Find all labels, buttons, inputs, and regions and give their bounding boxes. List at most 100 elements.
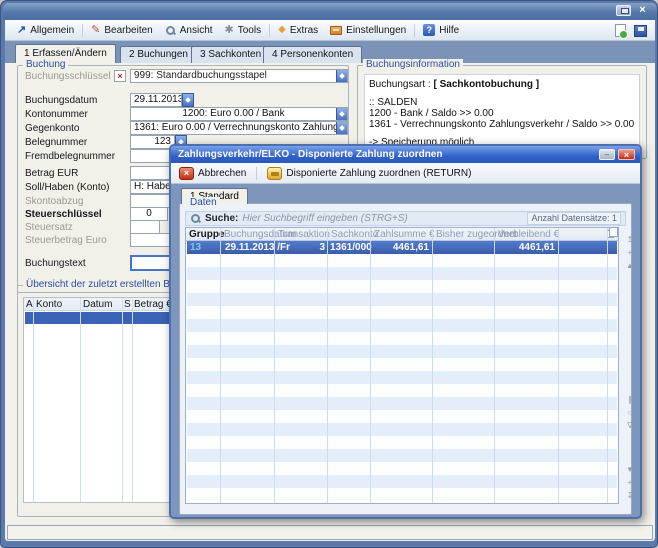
steuerschluessel-label: Steuerschlüssel [25,209,102,221]
belegnummer-label: Belegnummer [25,137,87,149]
abbrechen-button[interactable]: × Abbrechen [176,165,249,182]
menu-item-extras[interactable]: ◆ Extras [272,22,324,39]
grid-tool-icons[interactable]: ∥ ○ ∇ [623,394,637,433]
col-sachkonto[interactable]: Sachkonto [331,228,378,241]
dropdown-icon[interactable] [336,70,347,82]
search-icon [190,213,201,224]
dropdown-icon[interactable] [336,108,347,120]
gegenkonto-combobox[interactable]: 1361: Euro 0.00 / Verrechnungskonto Zahl… [130,121,348,135]
assign-icon [267,167,282,180]
betrag-label: Betrag EUR [25,168,78,180]
resize-columns-icon[interactable]: ∥ [623,394,637,407]
buchungsschluessel-label: Buchungsschlüssel [25,71,111,83]
gegenkonto-label: Gegenkonto [25,123,80,135]
buchungsart-line: Buchungsart : [ Sachkontobuchung ] [369,79,539,90]
steuerschluessel-field[interactable]: 0 [130,207,168,221]
title-bar[interactable]: 6 /Standardbuchungsstapel Zeitraum: 01.2… [3,3,657,20]
menu-separator [82,24,83,37]
new-document-icon[interactable] [615,24,626,37]
kontonummer-combobox[interactable]: 1200: Euro 0.00 / Bank [130,107,348,121]
saldo-line-1361: 1361 - Verrechnungskonto Zahlungsverkehr… [369,119,634,130]
save-icon[interactable] [634,25,647,37]
extras-icon: ◆ [278,25,286,35]
saldo-line-1200: 1200 - Bank / Saldo >> 0.00 [369,108,494,119]
scroll-to-bottom-icon[interactable]: ↧ [623,490,637,503]
close-icon[interactable]: × [636,4,649,17]
toolbar-separator [256,167,257,180]
dialog-title: Zahlungsverkehr/ELKO - Disponierte Zahlu… [178,149,442,160]
col-datum[interactable]: Datum [83,298,112,311]
tab-buchungen[interactable]: 2 Buchungen [120,46,197,63]
grid-filter-icon[interactable]: ∇ [623,420,637,433]
settings-icon [330,26,342,35]
edit-pencil-icon: ✎ [91,25,100,36]
menu-separator [269,24,270,37]
tab-personenkonten[interactable]: 4 Personenkonten [263,46,362,63]
col-verbleibend[interactable]: Verbleibend € [498,228,559,241]
cell-sachkonto: 1361/000 [330,241,370,254]
menu-item-allgemein[interactable]: ↗ Allgemein [11,22,80,39]
tab-sachkonten[interactable]: 3 Sachkonten [191,46,270,63]
menu-item-hilfe[interactable]: ? Hilfe [417,22,465,39]
col-zahlsumme[interactable]: Zahlsumme € [374,228,435,241]
grid-scroll-top-controls[interactable]: ↥ + ▲ [623,234,637,273]
steuersatz-field[interactable] [130,220,160,234]
soll-haben-label: Soll/Haben (Konto) [25,182,110,194]
col-betrag[interactable]: Betrag € [134,298,172,311]
payments-grid[interactable]: Gruppe Buchungsdatum Transaktion Sachkon… [185,227,619,504]
dialog-close-icon[interactable]: × [618,149,635,160]
view-magnifier-icon [165,25,176,36]
col-a[interactable]: A [26,298,33,311]
grid-header-row: Gruppe Buchungsdatum Transaktion Sachkon… [186,228,618,241]
cell-gruppe: 13 [190,241,201,254]
menu-item-ansicht[interactable]: Ansicht [159,22,219,39]
append-row-icon[interactable]: + [623,477,637,490]
cancel-x-icon: × [179,167,194,180]
menu-item-tools[interactable]: ✱ Tools [219,22,268,39]
zahlungsverkehr-dialog: Zahlungsverkehr/ELKO - Disponierte Zahlu… [169,144,642,519]
scroll-up-icon[interactable]: ▲ [623,260,637,273]
tools-gear-icon: ✱ [225,25,234,36]
copy-icon[interactable] [607,230,614,238]
grid-empty-rows [187,254,617,501]
kontonummer-label: Kontonummer [25,109,88,121]
buchungstext-label: Buchungstext [25,258,86,270]
buchung-group-label: Buchung [23,59,68,70]
restore-icon[interactable] [616,5,631,16]
scroll-down-icon[interactable]: ▼ [623,464,637,477]
buchungsinformation-group-label: Buchungsinformation [363,59,463,70]
buchungsschluessel-combobox[interactable]: 999: Standardbuchungsstapel [130,69,348,83]
dialog-restore-icon[interactable]: – [599,149,615,160]
menu-item-bearbeiten[interactable]: ✎ Bearbeiten [85,22,159,39]
dropdown-icon[interactable] [336,122,347,134]
insert-row-icon[interactable]: + [623,247,637,260]
fremdbelegnummer-label: Fremdbelegnummer [25,151,115,163]
col-s[interactable]: S [124,298,131,311]
dropdown-icon[interactable] [182,93,194,107]
scroll-to-top-icon[interactable]: ↥ [623,234,637,247]
main-window: 6 /Standardbuchungsstapel Zeitraum: 01.2… [0,0,658,548]
grid-search-icon[interactable]: ○ [623,407,637,420]
zahlung-zuordnen-button[interactable]: Disponierte Zahlung zuordnen (RETURN) [264,165,474,182]
col-konto[interactable]: Konto [36,298,62,311]
grid-selected-row[interactable]: 13 29.11.2013 /Fr 3 1361/000 4461,61 446… [187,241,617,254]
help-icon: ? [423,24,435,36]
buchungsdatum-field[interactable]: 29.11.2013 /Fr [130,93,182,107]
dialog-toolbar: × Abbrechen Disponierte Zahlung zuordnen… [171,163,640,184]
menu-item-einstellungen[interactable]: Einstellungen [324,22,412,39]
col-transaktion[interactable]: Transaktion [278,228,330,241]
cell-verbleibend: 4461,61 [497,241,555,254]
col-gruppe[interactable]: Gruppe [189,228,225,241]
allgemein-arrow-icon: ↗ [17,25,26,36]
status-bar [7,525,653,540]
skontoabzug-label: Skontoabzug [25,196,83,208]
clear-icon[interactable]: × [114,70,126,82]
cell-transaktion: 3 [275,241,325,254]
search-bar[interactable]: Suche: Hier Suchbegriff eingeben (STRG+S… [185,211,626,226]
steuerbetrag-label: Steuerbetrag Euro [25,235,107,247]
grid-scroll-bottom-controls[interactable]: ▼ + ↧ [623,464,637,503]
menu-bar: ↗ Allgemein ✎ Bearbeiten Ansicht ✱ Tools… [5,20,655,41]
record-count: Anzahl Datensätze: 1 [527,212,621,225]
salden-header: :: SALDEN [369,97,417,108]
dialog-title-bar[interactable]: Zahlungsverkehr/ELKO - Disponierte Zahlu… [171,146,640,163]
